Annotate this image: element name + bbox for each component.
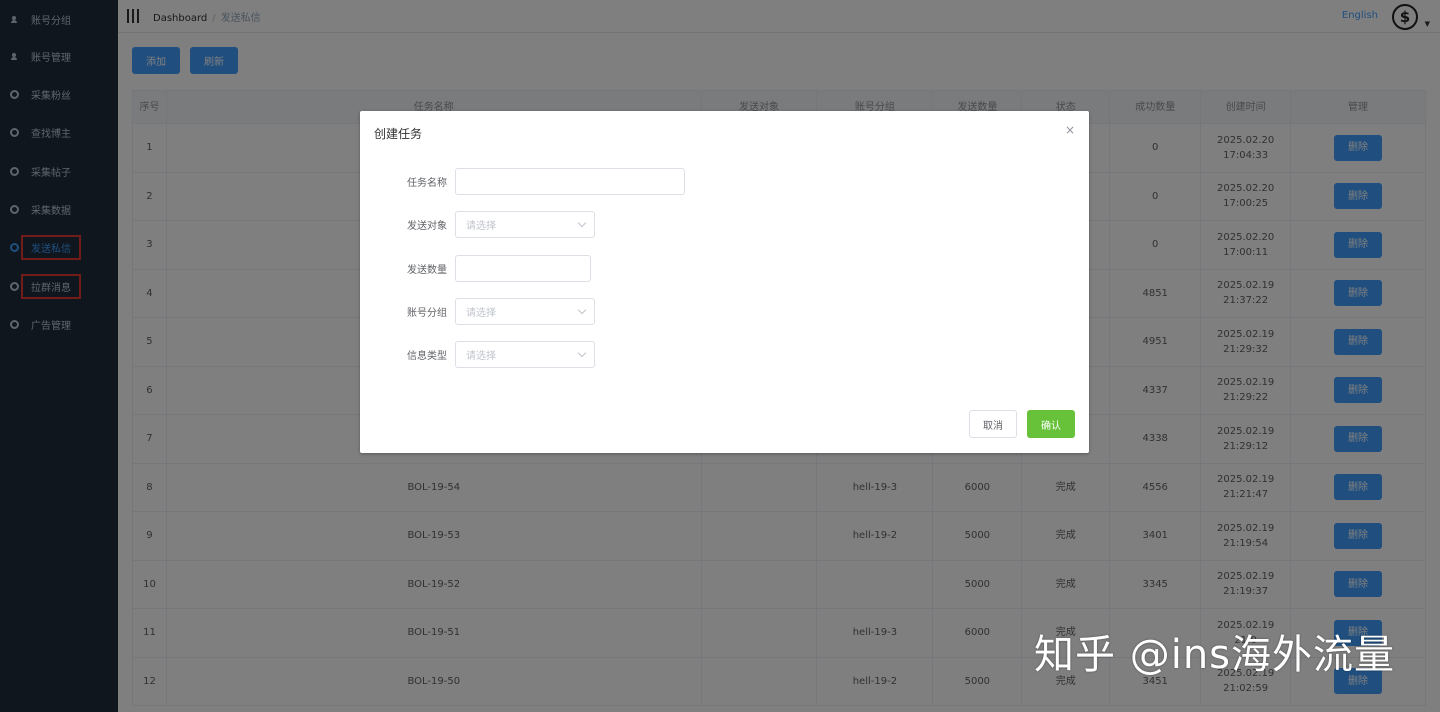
select-placeholder: 请选择 <box>466 350 496 362</box>
cancel-button[interactable]: 取消 <box>969 410 1017 438</box>
chevron-down-icon <box>577 348 587 357</box>
field-label: 发送数量 <box>407 264 447 276</box>
confirm-button[interactable]: 确认 <box>1027 410 1075 438</box>
field-label: 信息类型 <box>407 350 447 362</box>
task-name-input[interactable] <box>455 167 685 195</box>
field-label: 账号分组 <box>407 307 447 319</box>
send-count-input[interactable] <box>455 254 591 282</box>
select-placeholder: 请选择 <box>466 220 496 232</box>
account-group-select[interactable]: 请选择 <box>455 297 595 325</box>
chevron-down-icon <box>577 218 587 227</box>
watermark-text: 知乎 @ins海外流量 <box>1034 632 1396 678</box>
chevron-down-icon <box>577 305 587 314</box>
message-type-select[interactable]: 请选择 <box>455 340 595 368</box>
form-row-message-type: 信息类型 请选择 <box>360 340 595 368</box>
select-placeholder: 请选择 <box>466 307 496 319</box>
form-row-task-name: 任务名称 <box>360 167 685 195</box>
close-icon[interactable]: × <box>1065 123 1075 137</box>
create-task-dialog: 创建任务 × 任务名称 发送对象 请选择 发送数量 账号分组 请选择 信息类型 … <box>360 111 1089 453</box>
dialog-title: 创建任务 <box>374 127 423 141</box>
form-row-send-target: 发送对象 请选择 <box>360 210 595 238</box>
form-row-account-group: 账号分组 请选择 <box>360 297 595 325</box>
field-label: 任务名称 <box>407 177 447 189</box>
send-target-select[interactable]: 请选择 <box>455 210 595 238</box>
field-label: 发送对象 <box>407 220 447 232</box>
form-row-send-count: 发送数量 <box>360 254 591 282</box>
